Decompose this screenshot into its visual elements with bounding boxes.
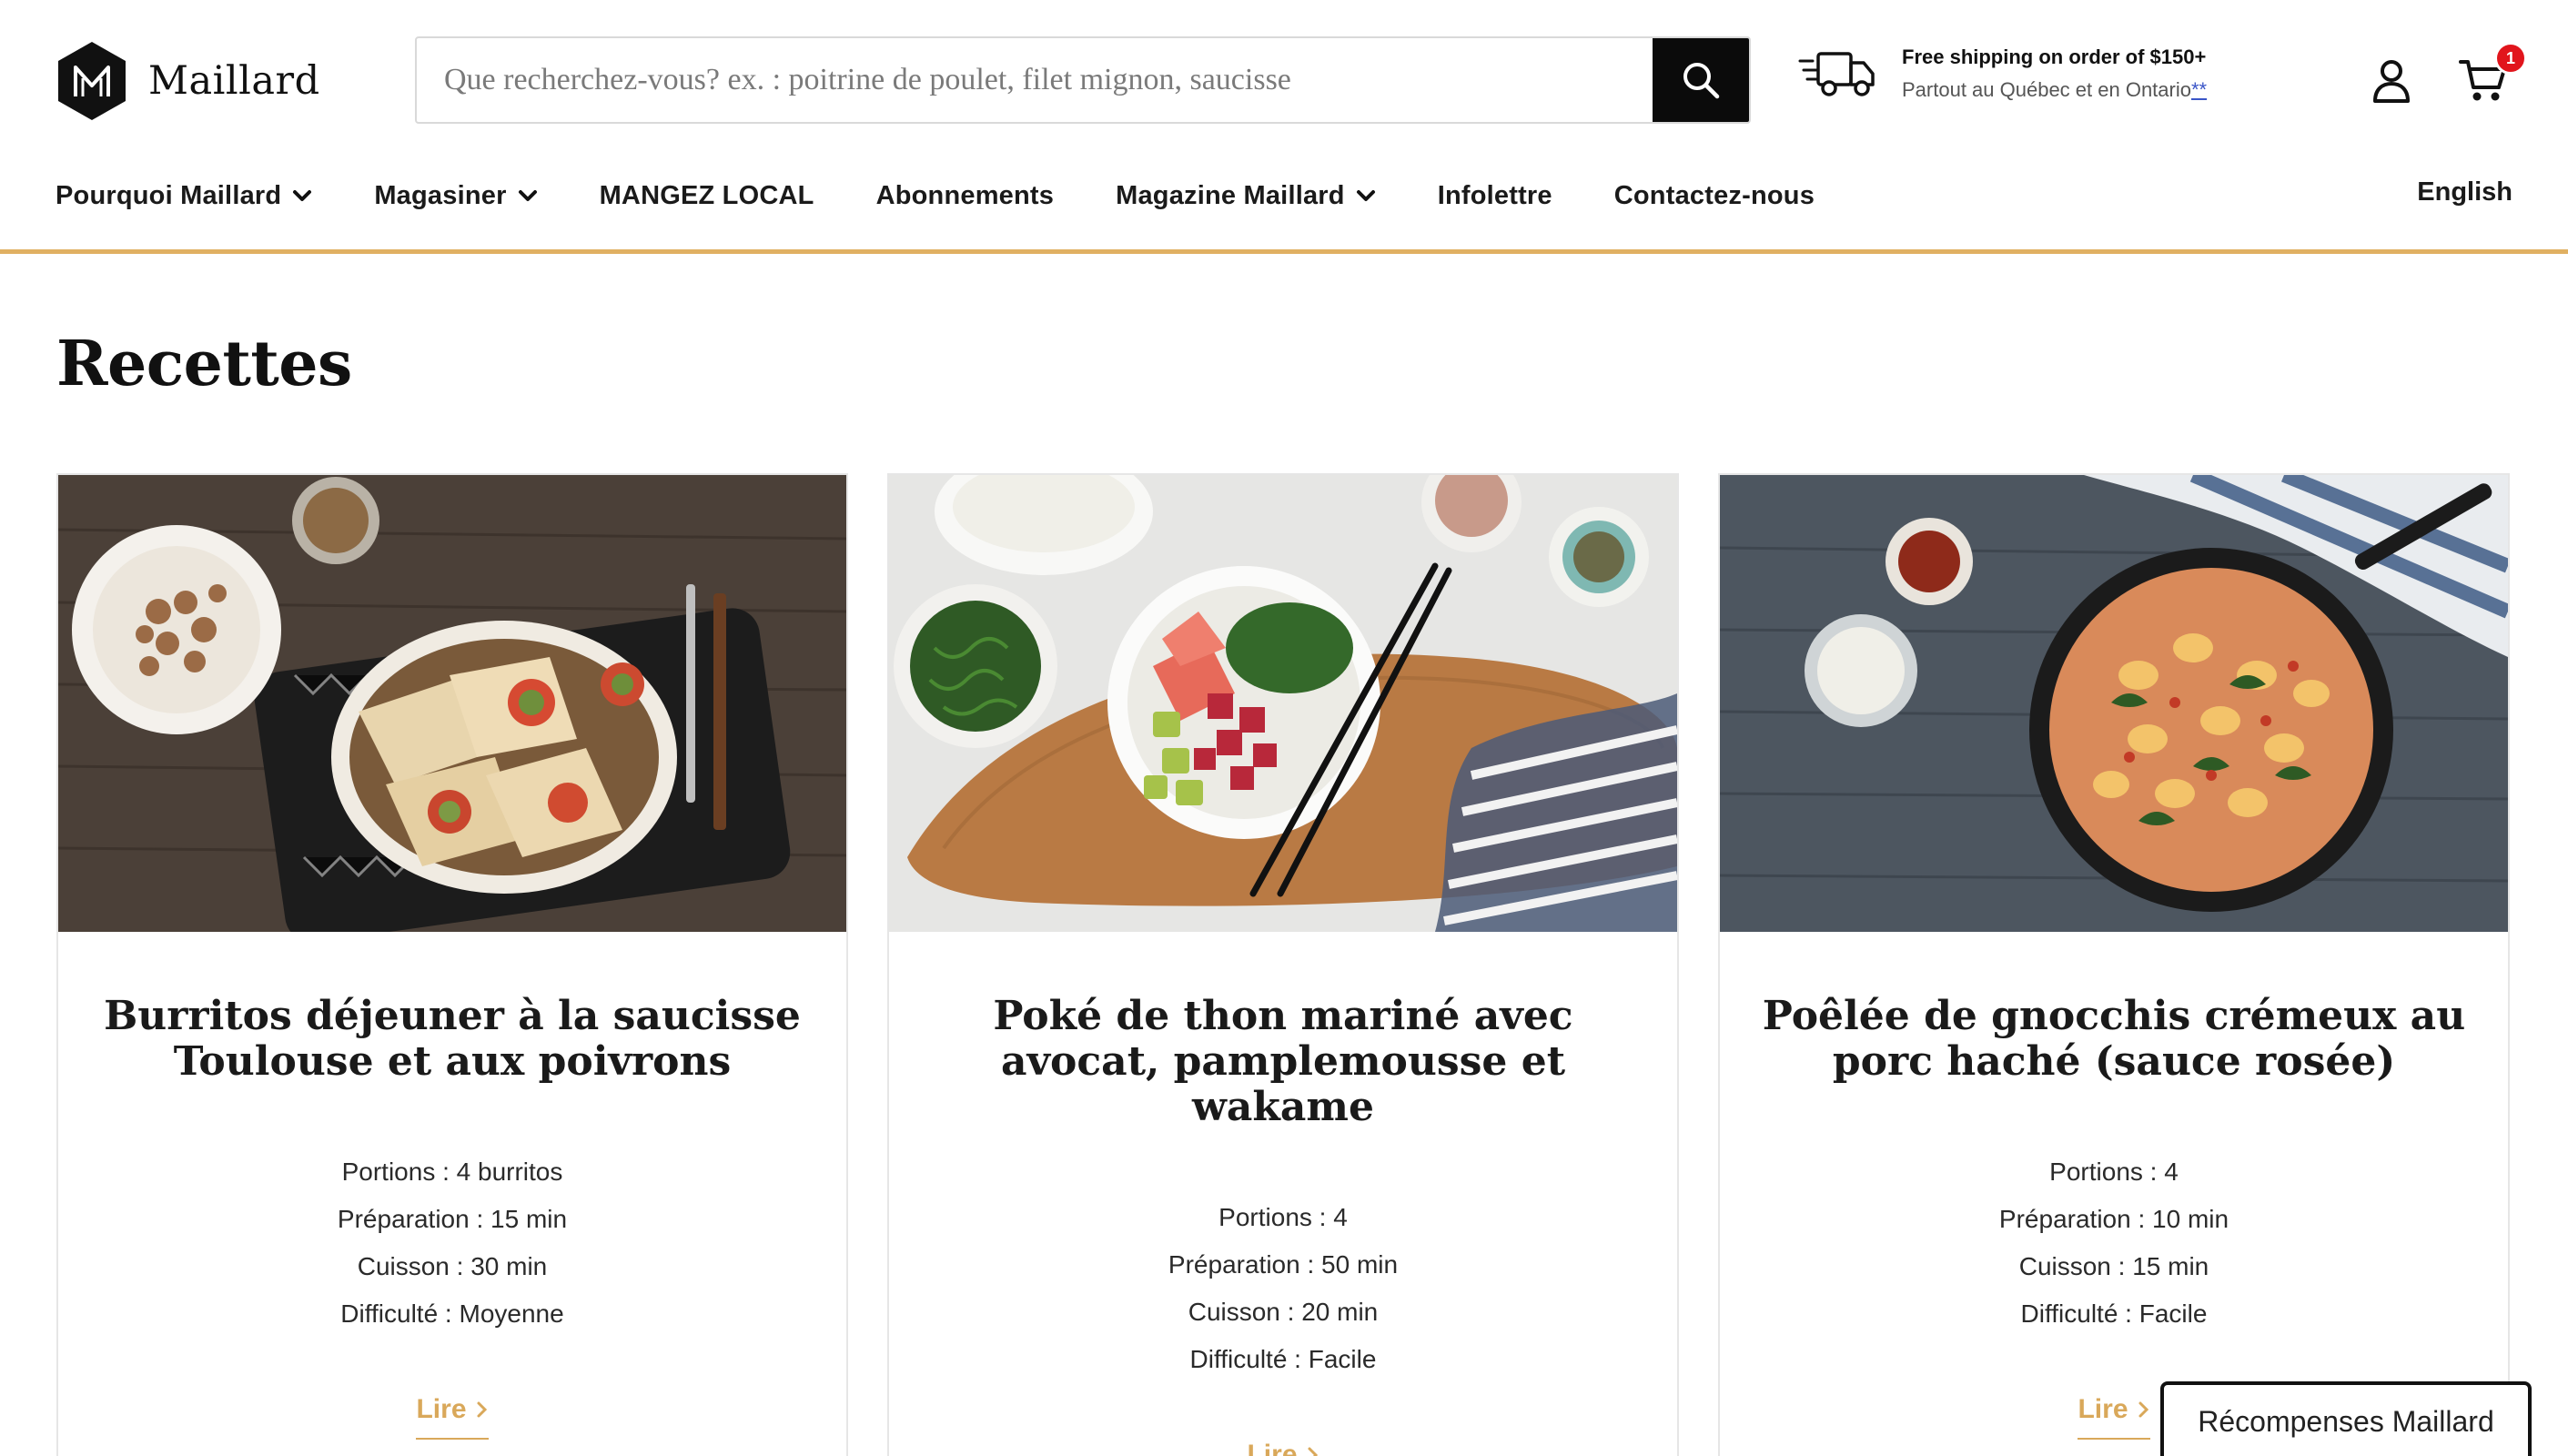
recipe-title[interactable]: Poké de thon mariné avec avocat, pamplem… xyxy=(889,994,1677,1130)
recipe-portions: Portions : 4 xyxy=(2049,1158,2179,1186)
main-nav: Pourquoi Maillard Magasiner MANGEZ LOCAL… xyxy=(56,173,1876,218)
search-button[interactable] xyxy=(1653,38,1749,122)
shipping-details-link[interactable]: ** xyxy=(2191,78,2207,101)
language-switch[interactable]: English xyxy=(2417,177,2512,207)
nav-item-label: Magasiner xyxy=(374,180,507,210)
recipe-title[interactable]: Burritos déjeuner à la saucisse Toulouse… xyxy=(58,994,846,1085)
recipe-card[interactable]: Poêlée de gnocchis crémeux au porc haché… xyxy=(1718,473,2510,1456)
nav-item-infolettre[interactable]: Infolettre xyxy=(1438,181,1552,211)
nav-item-label: MANGEZ LOCAL xyxy=(599,180,814,210)
recipe-specs: Portions : 4 Préparation : 10 min Cuisso… xyxy=(1720,1148,2508,1338)
read-recipe-link[interactable]: Lire xyxy=(2078,1394,2150,1440)
recipe-card[interactable]: Burritos déjeuner à la saucisse Toulouse… xyxy=(56,473,848,1456)
read-label: Lire xyxy=(1247,1440,1298,1456)
recipe-image-poke[interactable] xyxy=(889,475,1677,932)
recipe-difficulty: Difficulté : Facile xyxy=(1189,1345,1377,1373)
recipe-cook-time: Cuisson : 15 min xyxy=(2018,1252,2209,1280)
rewards-widget-button[interactable]: Récompenses Maillard xyxy=(2160,1381,2532,1456)
nav-item-contactez-nous[interactable]: Contactez-nous xyxy=(1614,181,1815,211)
nav-item-label: Abonnements xyxy=(875,180,1055,210)
maillard-logo-icon xyxy=(58,42,126,120)
read-recipe-link[interactable]: Lire xyxy=(416,1394,489,1440)
recipe-portions: Portions : 4 xyxy=(1218,1203,1348,1231)
chevron-right-icon xyxy=(1308,1447,1318,1456)
header-divider xyxy=(0,249,2568,254)
brand-name: Maillard xyxy=(148,58,320,104)
recipe-title[interactable]: Poêlée de gnocchis crémeux au porc haché… xyxy=(1720,994,2508,1085)
nav-item-label: Magazine Maillard xyxy=(1116,180,1345,210)
nav-item-magazine-maillard[interactable]: Magazine Maillard xyxy=(1116,181,1376,211)
nav-item-label: Infolettre xyxy=(1437,180,1552,210)
brand-logo[interactable]: Maillard xyxy=(56,40,320,122)
recipe-image-burritos[interactable] xyxy=(58,475,846,932)
recipe-prep-time: Préparation : 50 min xyxy=(1168,1250,1399,1279)
recipe-portions: Portions : 4 burritos xyxy=(341,1158,563,1186)
recipe-card[interactable]: Poké de thon mariné avec avocat, pamplem… xyxy=(887,473,1679,1456)
nav-item-mangez-local[interactable]: MANGEZ LOCAL xyxy=(600,181,814,211)
shipping-subtitle: Partout au Québec et en Ontario** xyxy=(1902,78,2208,101)
recipe-difficulty: Difficulté : Facile xyxy=(2020,1299,2208,1328)
chevron-down-icon xyxy=(1356,190,1375,201)
recipe-cook-time: Cuisson : 20 min xyxy=(1188,1298,1379,1326)
search-icon xyxy=(1683,63,1720,99)
nav-item-abonnements[interactable]: Abonnements xyxy=(876,181,1055,211)
nav-item-label: Contactez-nous xyxy=(1613,180,1815,210)
chevron-down-icon xyxy=(518,190,537,201)
recipe-specs: Portions : 4 burritos Préparation : 15 m… xyxy=(58,1148,846,1338)
recipe-cook-time: Cuisson : 30 min xyxy=(357,1252,548,1280)
cart-count-badge: 1 xyxy=(2494,42,2527,75)
site-header: Maillard Free shipping on order of $150+… xyxy=(0,0,2568,255)
read-recipe-link[interactable]: Lire xyxy=(1247,1440,1319,1456)
chevron-down-icon xyxy=(293,190,312,201)
nav-item-label: Pourquoi Maillard xyxy=(56,180,282,210)
read-label: Lire xyxy=(416,1394,467,1424)
recipe-specs: Portions : 4 Préparation : 50 min Cuisso… xyxy=(889,1194,1677,1383)
account-icon[interactable] xyxy=(2371,58,2411,104)
recipe-difficulty: Difficulté : Moyenne xyxy=(340,1299,564,1328)
nav-item-pourquoi-maillard[interactable]: Pourquoi Maillard xyxy=(56,181,312,211)
read-label: Lire xyxy=(2078,1394,2128,1424)
chevron-right-icon xyxy=(2138,1401,2148,1418)
shipping-info: Free shipping on order of $150+ Partout … xyxy=(1798,46,2207,102)
recipe-prep-time: Préparation : 10 min xyxy=(1998,1205,2229,1233)
search-input[interactable] xyxy=(417,38,1653,122)
delivery-truck-icon xyxy=(1798,52,1875,96)
nav-item-magasiner[interactable]: Magasiner xyxy=(374,181,537,211)
recipe-image-gnocchi[interactable] xyxy=(1720,475,2508,932)
search-bar xyxy=(415,36,1751,124)
page-title: Recettes xyxy=(56,328,352,400)
chevron-right-icon xyxy=(477,1401,487,1418)
shipping-title: Free shipping on order of $150+ xyxy=(1902,46,2207,68)
recipe-prep-time: Préparation : 15 min xyxy=(337,1205,568,1233)
